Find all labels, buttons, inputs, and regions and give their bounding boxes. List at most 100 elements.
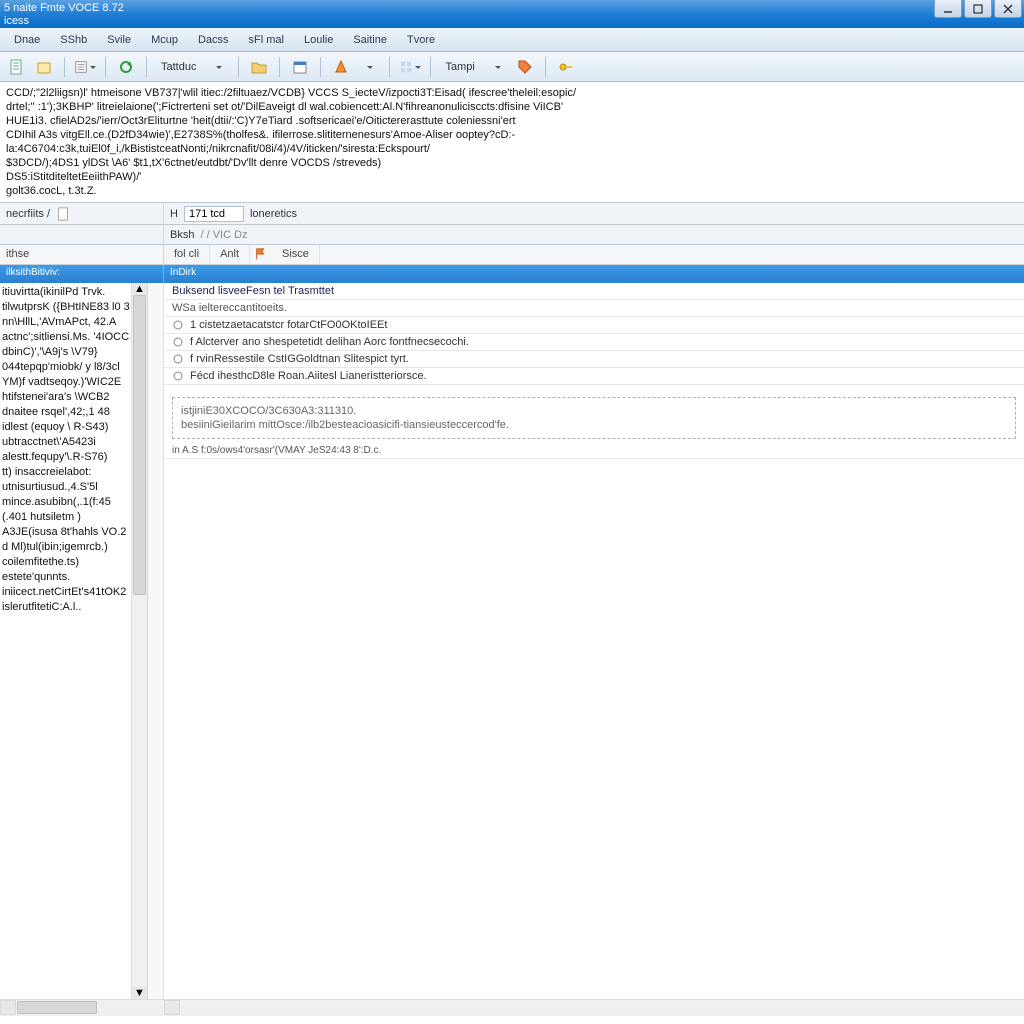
toolbar-separator [64, 57, 65, 77]
lower-gap [0, 1015, 1024, 1024]
list-item[interactable]: Buksend lisveeFesn tel Trasmttet [164, 283, 1024, 300]
toolbar-separator [545, 57, 546, 77]
splitter[interactable] [148, 283, 164, 999]
tool-btn-dropdown[interactable] [206, 55, 230, 79]
list-item[interactable]: Fécd ihesthcD8le Roan.Aiitesl Lianeristt… [164, 368, 1024, 385]
tool-btn-refresh[interactable] [114, 55, 138, 79]
left-pane: itiuvirtta(ikinilPd Trvk.tilwutprsK ({BH… [0, 283, 148, 999]
scroll-left-arrow[interactable] [0, 1000, 16, 1015]
menu-item[interactable]: SShb [50, 30, 97, 50]
list-item[interactable]: mince.asubibn(,.1(f:45 [2, 495, 130, 510]
info-box: istjiniE30XCOCO/3C630A3:311310. besiiniG… [172, 397, 1016, 439]
menu-item[interactable]: Svile [97, 30, 141, 50]
list-item-label: WSa ieltereccantitoeits. [172, 302, 287, 314]
list-item[interactable]: idlest (equoy \ R-S43) [2, 420, 130, 435]
toolbar-separator [238, 57, 239, 77]
tool-btn-grid[interactable] [398, 55, 422, 79]
scroll-up-arrow[interactable]: ▲ [132, 283, 147, 295]
column-header[interactable]: Sisce [272, 245, 320, 264]
bullet-icon [172, 370, 184, 382]
maximize-button[interactable] [964, 0, 992, 18]
list-item[interactable]: islerutfitetiC:A.l.. [2, 600, 130, 615]
tool-btn-doc[interactable] [4, 55, 28, 79]
info-row: besiiniGieilarim mittOsce:/ilb2besteacio… [181, 418, 1007, 432]
detail-row: in A.S f:0s/ows4'orsasr'(VMAY JeS24:43 8… [164, 443, 1024, 459]
tool-btn-list[interactable] [73, 55, 97, 79]
list-item[interactable]: dbinC)','\A9j's \V79} [2, 345, 130, 360]
tool-btn-dropdown[interactable] [485, 55, 509, 79]
list-item[interactable]: WSa ieltereccantitoeits. [164, 300, 1024, 317]
minimize-button[interactable] [934, 0, 962, 18]
tool-btn-box[interactable] [32, 55, 56, 79]
list-item[interactable]: 044tepqp'miobk/ y l8/3cl [2, 360, 130, 375]
list-item[interactable]: alestt.fequpy'\.R-S76) [2, 450, 130, 465]
scroll-left-arrow[interactable] [164, 1000, 180, 1015]
list-item[interactable]: dnaitee rsqel',42;,1 48 [2, 405, 130, 420]
list-item[interactable]: f Alcterver ano shespetetidt delihan Aor… [164, 334, 1024, 351]
menu-item[interactable]: Dacss [188, 30, 239, 50]
column-header[interactable]: fol cli [164, 245, 210, 264]
menu-item[interactable]: Saitine [343, 30, 397, 50]
list-item[interactable]: YM)f vadtseqoy.)'WIC2E [2, 375, 130, 390]
menu-item[interactable]: Loulie [294, 30, 343, 50]
field-input[interactable] [184, 206, 244, 222]
right-list: Buksend lisveeFesn tel Trasmttet WSa ielt… [164, 283, 1024, 385]
list-item[interactable]: f rvinRessestile CstIGGoldtnan Slitespic… [164, 351, 1024, 368]
window-titlebar: 5 naite Fmte VOCE 8.72 icess [0, 0, 1024, 28]
list-item[interactable]: (.401 hutsiletm ) [2, 510, 130, 525]
toolbar-separator [146, 57, 147, 77]
scroll-thumb[interactable] [133, 295, 146, 595]
tool-btn-tag[interactable] [513, 55, 537, 79]
output-log: CCD/;"2l2liigsn)l' htmeisone VB737|'wlil… [0, 82, 1024, 203]
sub-toolbar-2: Bksh / / VIC Dz [0, 225, 1024, 245]
left-pane-header[interactable]: ithse [0, 245, 164, 264]
list-item[interactable]: coilemfitethe.ts) [2, 555, 130, 570]
window-title-line2: icess [4, 15, 124, 28]
list-item-label: f Alcterver ano shespetetidt delihan Aor… [190, 336, 469, 348]
tool-btn-orange[interactable] [329, 55, 353, 79]
list-item[interactable]: tt) insaccreielabot: [2, 465, 130, 480]
tool-btn-calendar[interactable] [288, 55, 312, 79]
menu-item[interactable]: Mcup [141, 30, 188, 50]
list-item[interactable]: utnisurtiusud.,4.S'5l [2, 480, 130, 495]
selected-right: InDirk [164, 265, 1024, 283]
horizontal-scrollbar[interactable] [0, 999, 1024, 1015]
toolbar-label: Tampi [439, 61, 480, 73]
menu-item[interactable]: Dnae [4, 30, 50, 50]
interactive-label: loneretics [250, 208, 297, 220]
tool-btn-key[interactable] [554, 55, 578, 79]
tool-btn-dropdown[interactable] [357, 55, 381, 79]
scroll-down-arrow[interactable]: ▼ [132, 987, 147, 999]
main-split: itiuvirtta(ikinilPd Trvk.tilwutprsK ({BH… [0, 283, 1024, 999]
list-item[interactable]: iniicect.netCirtEt's41tOK2 [2, 585, 130, 600]
list-item[interactable]: tilwutprsK ({BHtINE83 l0 3 ) [2, 300, 130, 315]
toolbar-label: Tattduc [155, 61, 202, 73]
toolbar-separator [389, 57, 390, 77]
left-list[interactable]: itiuvirtta(ikinilPd Trvk.tilwutprsK ({BH… [0, 283, 132, 617]
column-header[interactable]: Anlt [210, 245, 250, 264]
sub-toolbar: necrfiits / H loneretics [0, 203, 1024, 225]
info-row: istjiniE30XCOCO/3C630A3:311310. [181, 404, 1007, 418]
main-toolbar: Tattduc Tampi [0, 52, 1024, 82]
list-item[interactable]: actnc';sitliensi.Ms. '4IOCC3 [2, 330, 130, 345]
toolbar-separator [279, 57, 280, 77]
list-item[interactable]: d Ml)tul(ibin;igemrcb.) [2, 540, 130, 555]
scroll-thumb[interactable] [17, 1001, 97, 1014]
tool-btn-folder[interactable] [247, 55, 271, 79]
list-item[interactable]: estete'qunnts. [2, 570, 130, 585]
close-button[interactable] [994, 0, 1022, 18]
vertical-scrollbar[interactable]: ▲ ▼ [131, 283, 147, 999]
list-item[interactable]: ubtracctnet\'A5423i [2, 435, 130, 450]
list-item[interactable]: htifstenei'ara's \WCB2 [2, 390, 130, 405]
menu-item[interactable]: Tvore [397, 30, 445, 50]
window-title-line1: 5 naite Fmte VOCE 8.72 [4, 2, 124, 15]
menu-item[interactable]: sFl mal [239, 30, 294, 50]
selected-row[interactable]: ilksithBitiviv: InDirk [0, 265, 1024, 283]
menu-bar: Dnae SShb Svile Mcup Dacss sFl mal Louli… [0, 28, 1024, 52]
list-item[interactable]: 1 cistetzaetacatstcr fotarCtFO0OKtoIEEt [164, 317, 1024, 334]
bullet-icon [172, 353, 184, 365]
list-item[interactable]: itiuvirtta(ikinilPd Trvk. [2, 285, 130, 300]
field-label: H [170, 208, 178, 220]
list-item[interactable]: nn\HllL,'AVmAPct, 42.A [2, 315, 130, 330]
list-item[interactable]: A3JE(isusa 8t'hahls VO.2 [2, 525, 130, 540]
